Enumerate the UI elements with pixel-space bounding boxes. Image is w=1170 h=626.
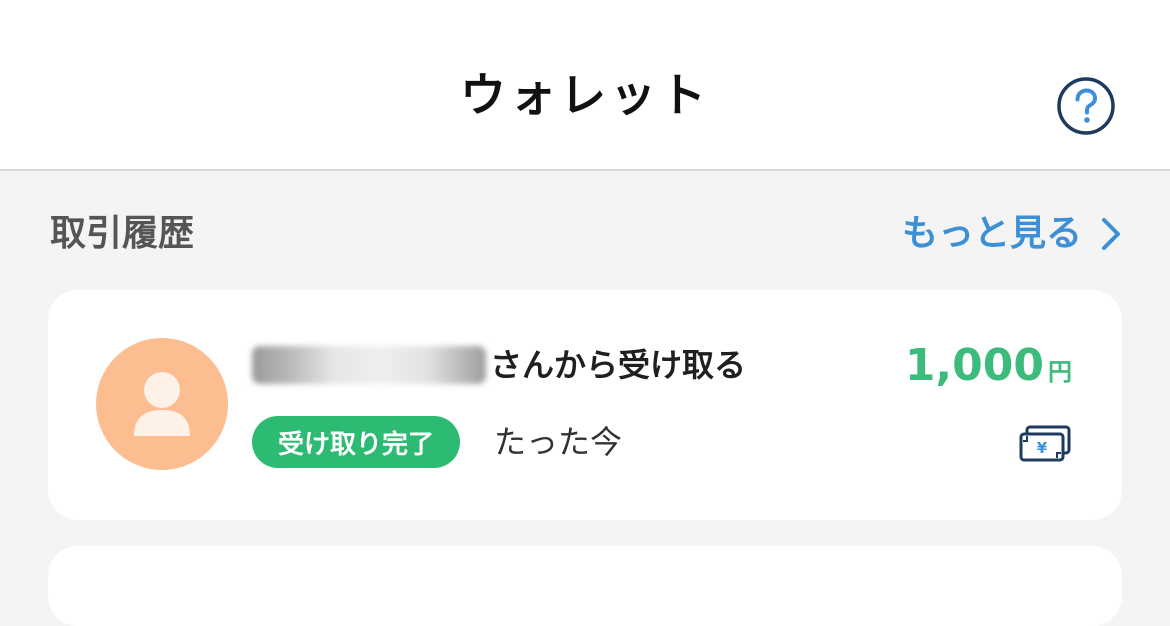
blurred-sender-name [252,346,486,384]
transaction-card[interactable] [48,546,1122,626]
transaction-description-text: さんから受け取る [490,346,747,384]
transaction-description: さんから受け取る [252,346,746,384]
question-circle-icon [1057,77,1115,135]
help-button[interactable] [1056,76,1116,136]
status-badge: 受け取り完了 [252,416,461,468]
transaction-card[interactable]: さんから受け取る 受け取り完了 たった今 1,000 円 ¥ [48,290,1122,520]
amount-value: 1,000 [904,340,1044,391]
user-avatar-icon [134,372,190,436]
currency-unit: 円 [1048,358,1072,386]
page-title: ウォレット [460,68,710,122]
see-more-label: もっと見る [901,213,1082,254]
transaction-amount: 1,000 円 [905,344,1072,388]
avatar [96,338,228,470]
yen-bill-icon: ¥ [1019,425,1071,462]
see-more-link[interactable]: もっと見る [902,216,1122,252]
section-title: 取引履歴 [50,213,195,254]
app-header: ウォレット [0,0,1170,171]
svg-text:¥: ¥ [1037,439,1048,457]
chevron-right-icon [1102,218,1120,250]
transaction-time: たった今 [494,423,623,461]
